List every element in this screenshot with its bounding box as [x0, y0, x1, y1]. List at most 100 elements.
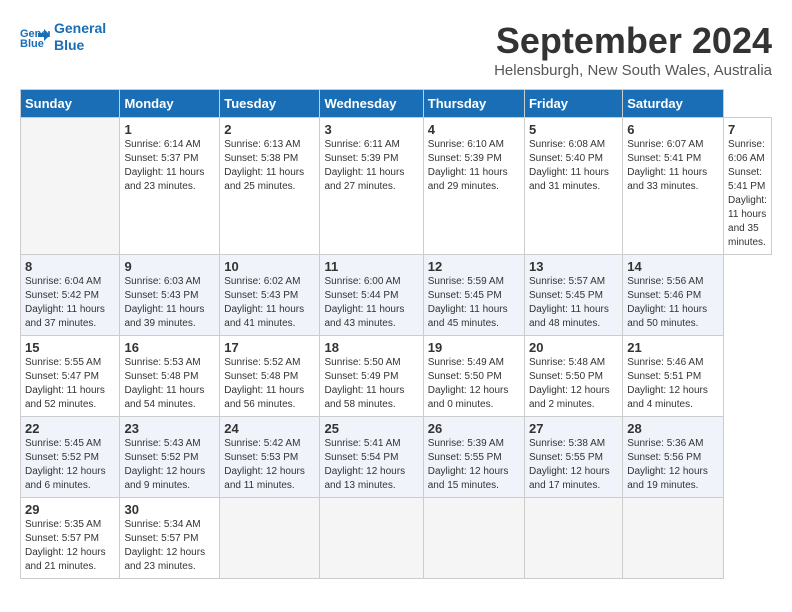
day-info: Sunrise: 6:11 AMSunset: 5:39 PMDaylight:…	[324, 138, 418, 194]
calendar-day-empty	[524, 498, 622, 579]
day-number: 4	[428, 122, 520, 137]
calendar-day-29: 29Sunrise: 5:35 AMSunset: 5:57 PMDayligh…	[21, 498, 120, 579]
calendar-week-4: 22Sunrise: 5:45 AMSunset: 5:52 PMDayligh…	[21, 417, 772, 498]
day-info: Sunrise: 5:41 AMSunset: 5:54 PMDaylight:…	[324, 437, 418, 493]
calendar-day-17: 17Sunrise: 5:52 AMSunset: 5:48 PMDayligh…	[220, 336, 320, 417]
day-info: Sunrise: 5:52 AMSunset: 5:48 PMDaylight:…	[224, 356, 315, 412]
day-info: Sunrise: 6:00 AMSunset: 5:44 PMDaylight:…	[324, 275, 418, 331]
calendar-day-12: 12Sunrise: 5:59 AMSunset: 5:45 PMDayligh…	[423, 255, 524, 336]
day-info: Sunrise: 5:34 AMSunset: 5:57 PMDaylight:…	[124, 518, 215, 574]
calendar-table: SundayMondayTuesdayWednesdayThursdayFrid…	[20, 89, 772, 579]
day-info: Sunrise: 6:02 AMSunset: 5:43 PMDaylight:…	[224, 275, 315, 331]
calendar-day-26: 26Sunrise: 5:39 AMSunset: 5:55 PMDayligh…	[423, 417, 524, 498]
calendar-day-25: 25Sunrise: 5:41 AMSunset: 5:54 PMDayligh…	[320, 417, 423, 498]
calendar-day-22: 22Sunrise: 5:45 AMSunset: 5:52 PMDayligh…	[21, 417, 120, 498]
location-subtitle: Helensburgh, New South Wales, Australia	[494, 62, 772, 79]
weekday-header-saturday: Saturday	[623, 90, 724, 118]
calendar-day-16: 16Sunrise: 5:53 AMSunset: 5:48 PMDayligh…	[120, 336, 220, 417]
calendar-day-27: 27Sunrise: 5:38 AMSunset: 5:55 PMDayligh…	[524, 417, 622, 498]
day-info: Sunrise: 5:39 AMSunset: 5:55 PMDaylight:…	[428, 437, 520, 493]
weekday-header-wednesday: Wednesday	[320, 90, 423, 118]
title-block: September 2024 Helensburgh, New South Wa…	[494, 20, 772, 79]
calendar-day-empty	[220, 498, 320, 579]
weekday-header-sunday: Sunday	[21, 90, 120, 118]
day-info: Sunrise: 5:42 AMSunset: 5:53 PMDaylight:…	[224, 437, 315, 493]
day-number: 3	[324, 122, 418, 137]
day-number: 9	[124, 259, 215, 274]
day-number: 18	[324, 340, 418, 355]
day-info: Sunrise: 5:36 AMSunset: 5:56 PMDaylight:…	[627, 437, 719, 493]
calendar-day-28: 28Sunrise: 5:36 AMSunset: 5:56 PMDayligh…	[623, 417, 724, 498]
day-info: Sunrise: 5:55 AMSunset: 5:47 PMDaylight:…	[25, 356, 115, 412]
day-info: Sunrise: 6:07 AMSunset: 5:41 PMDaylight:…	[627, 138, 719, 194]
day-info: Sunrise: 6:04 AMSunset: 5:42 PMDaylight:…	[25, 275, 115, 331]
day-info: Sunrise: 6:14 AMSunset: 5:37 PMDaylight:…	[124, 138, 215, 194]
day-number: 13	[529, 259, 618, 274]
day-info: Sunrise: 5:46 AMSunset: 5:51 PMDaylight:…	[627, 356, 719, 412]
weekday-header-thursday: Thursday	[423, 90, 524, 118]
calendar-day-21: 21Sunrise: 5:46 AMSunset: 5:51 PMDayligh…	[623, 336, 724, 417]
calendar-day-6: 6Sunrise: 6:07 AMSunset: 5:41 PMDaylight…	[623, 118, 724, 255]
calendar-day-1: 1Sunrise: 6:14 AMSunset: 5:37 PMDaylight…	[120, 118, 220, 255]
day-number: 11	[324, 259, 418, 274]
weekday-header-tuesday: Tuesday	[220, 90, 320, 118]
day-info: Sunrise: 5:59 AMSunset: 5:45 PMDaylight:…	[428, 275, 520, 331]
calendar-week-3: 15Sunrise: 5:55 AMSunset: 5:47 PMDayligh…	[21, 336, 772, 417]
calendar-day-11: 11Sunrise: 6:00 AMSunset: 5:44 PMDayligh…	[320, 255, 423, 336]
calendar-day-4: 4Sunrise: 6:10 AMSunset: 5:39 PMDaylight…	[423, 118, 524, 255]
calendar-day-7: 7Sunrise: 6:06 AMSunset: 5:41 PMDaylight…	[724, 118, 772, 255]
calendar-week-1: 1Sunrise: 6:14 AMSunset: 5:37 PMDaylight…	[21, 118, 772, 255]
calendar-week-5: 29Sunrise: 5:35 AMSunset: 5:57 PMDayligh…	[21, 498, 772, 579]
day-info: Sunrise: 6:08 AMSunset: 5:40 PMDaylight:…	[529, 138, 618, 194]
day-info: Sunrise: 5:43 AMSunset: 5:52 PMDaylight:…	[124, 437, 215, 493]
calendar-day-empty	[320, 498, 423, 579]
weekday-header-monday: Monday	[120, 90, 220, 118]
day-number: 12	[428, 259, 520, 274]
day-info: Sunrise: 5:57 AMSunset: 5:45 PMDaylight:…	[529, 275, 618, 331]
day-info: Sunrise: 5:35 AMSunset: 5:57 PMDaylight:…	[25, 518, 115, 574]
day-number: 1	[124, 122, 215, 137]
day-number: 14	[627, 259, 719, 274]
month-title: September 2024	[494, 20, 772, 62]
day-info: Sunrise: 6:13 AMSunset: 5:38 PMDaylight:…	[224, 138, 315, 194]
day-number: 26	[428, 421, 520, 436]
day-number: 10	[224, 259, 315, 274]
day-info: Sunrise: 5:56 AMSunset: 5:46 PMDaylight:…	[627, 275, 719, 331]
logo: General Blue GeneralBlue	[20, 20, 106, 54]
calendar-day-8: 8Sunrise: 6:04 AMSunset: 5:42 PMDaylight…	[21, 255, 120, 336]
page-header: General Blue GeneralBlue September 2024 …	[20, 20, 772, 79]
day-number: 25	[324, 421, 418, 436]
day-number: 23	[124, 421, 215, 436]
day-number: 16	[124, 340, 215, 355]
day-number: 22	[25, 421, 115, 436]
calendar-day-20: 20Sunrise: 5:48 AMSunset: 5:50 PMDayligh…	[524, 336, 622, 417]
calendar-day-23: 23Sunrise: 5:43 AMSunset: 5:52 PMDayligh…	[120, 417, 220, 498]
day-info: Sunrise: 5:50 AMSunset: 5:49 PMDaylight:…	[324, 356, 418, 412]
day-info: Sunrise: 5:48 AMSunset: 5:50 PMDaylight:…	[529, 356, 618, 412]
calendar-day-30: 30Sunrise: 5:34 AMSunset: 5:57 PMDayligh…	[120, 498, 220, 579]
calendar-day-13: 13Sunrise: 5:57 AMSunset: 5:45 PMDayligh…	[524, 255, 622, 336]
logo-icon: General Blue	[20, 25, 50, 49]
day-number: 8	[25, 259, 115, 274]
day-number: 30	[124, 502, 215, 517]
day-info: Sunrise: 5:49 AMSunset: 5:50 PMDaylight:…	[428, 356, 520, 412]
calendar-day-19: 19Sunrise: 5:49 AMSunset: 5:50 PMDayligh…	[423, 336, 524, 417]
day-info: Sunrise: 5:38 AMSunset: 5:55 PMDaylight:…	[529, 437, 618, 493]
day-info: Sunrise: 5:45 AMSunset: 5:52 PMDaylight:…	[25, 437, 115, 493]
day-info: Sunrise: 6:03 AMSunset: 5:43 PMDaylight:…	[124, 275, 215, 331]
logo-text: GeneralBlue	[54, 20, 106, 54]
day-number: 6	[627, 122, 719, 137]
calendar-day-empty	[423, 498, 524, 579]
calendar-day-24: 24Sunrise: 5:42 AMSunset: 5:53 PMDayligh…	[220, 417, 320, 498]
calendar-day-10: 10Sunrise: 6:02 AMSunset: 5:43 PMDayligh…	[220, 255, 320, 336]
day-number: 5	[529, 122, 618, 137]
weekday-header-row: SundayMondayTuesdayWednesdayThursdayFrid…	[21, 90, 772, 118]
calendar-week-2: 8Sunrise: 6:04 AMSunset: 5:42 PMDaylight…	[21, 255, 772, 336]
calendar-day-3: 3Sunrise: 6:11 AMSunset: 5:39 PMDaylight…	[320, 118, 423, 255]
day-number: 2	[224, 122, 315, 137]
calendar-day-empty	[21, 118, 120, 255]
calendar-day-18: 18Sunrise: 5:50 AMSunset: 5:49 PMDayligh…	[320, 336, 423, 417]
day-number: 15	[25, 340, 115, 355]
day-info: Sunrise: 5:53 AMSunset: 5:48 PMDaylight:…	[124, 356, 215, 412]
calendar-day-9: 9Sunrise: 6:03 AMSunset: 5:43 PMDaylight…	[120, 255, 220, 336]
